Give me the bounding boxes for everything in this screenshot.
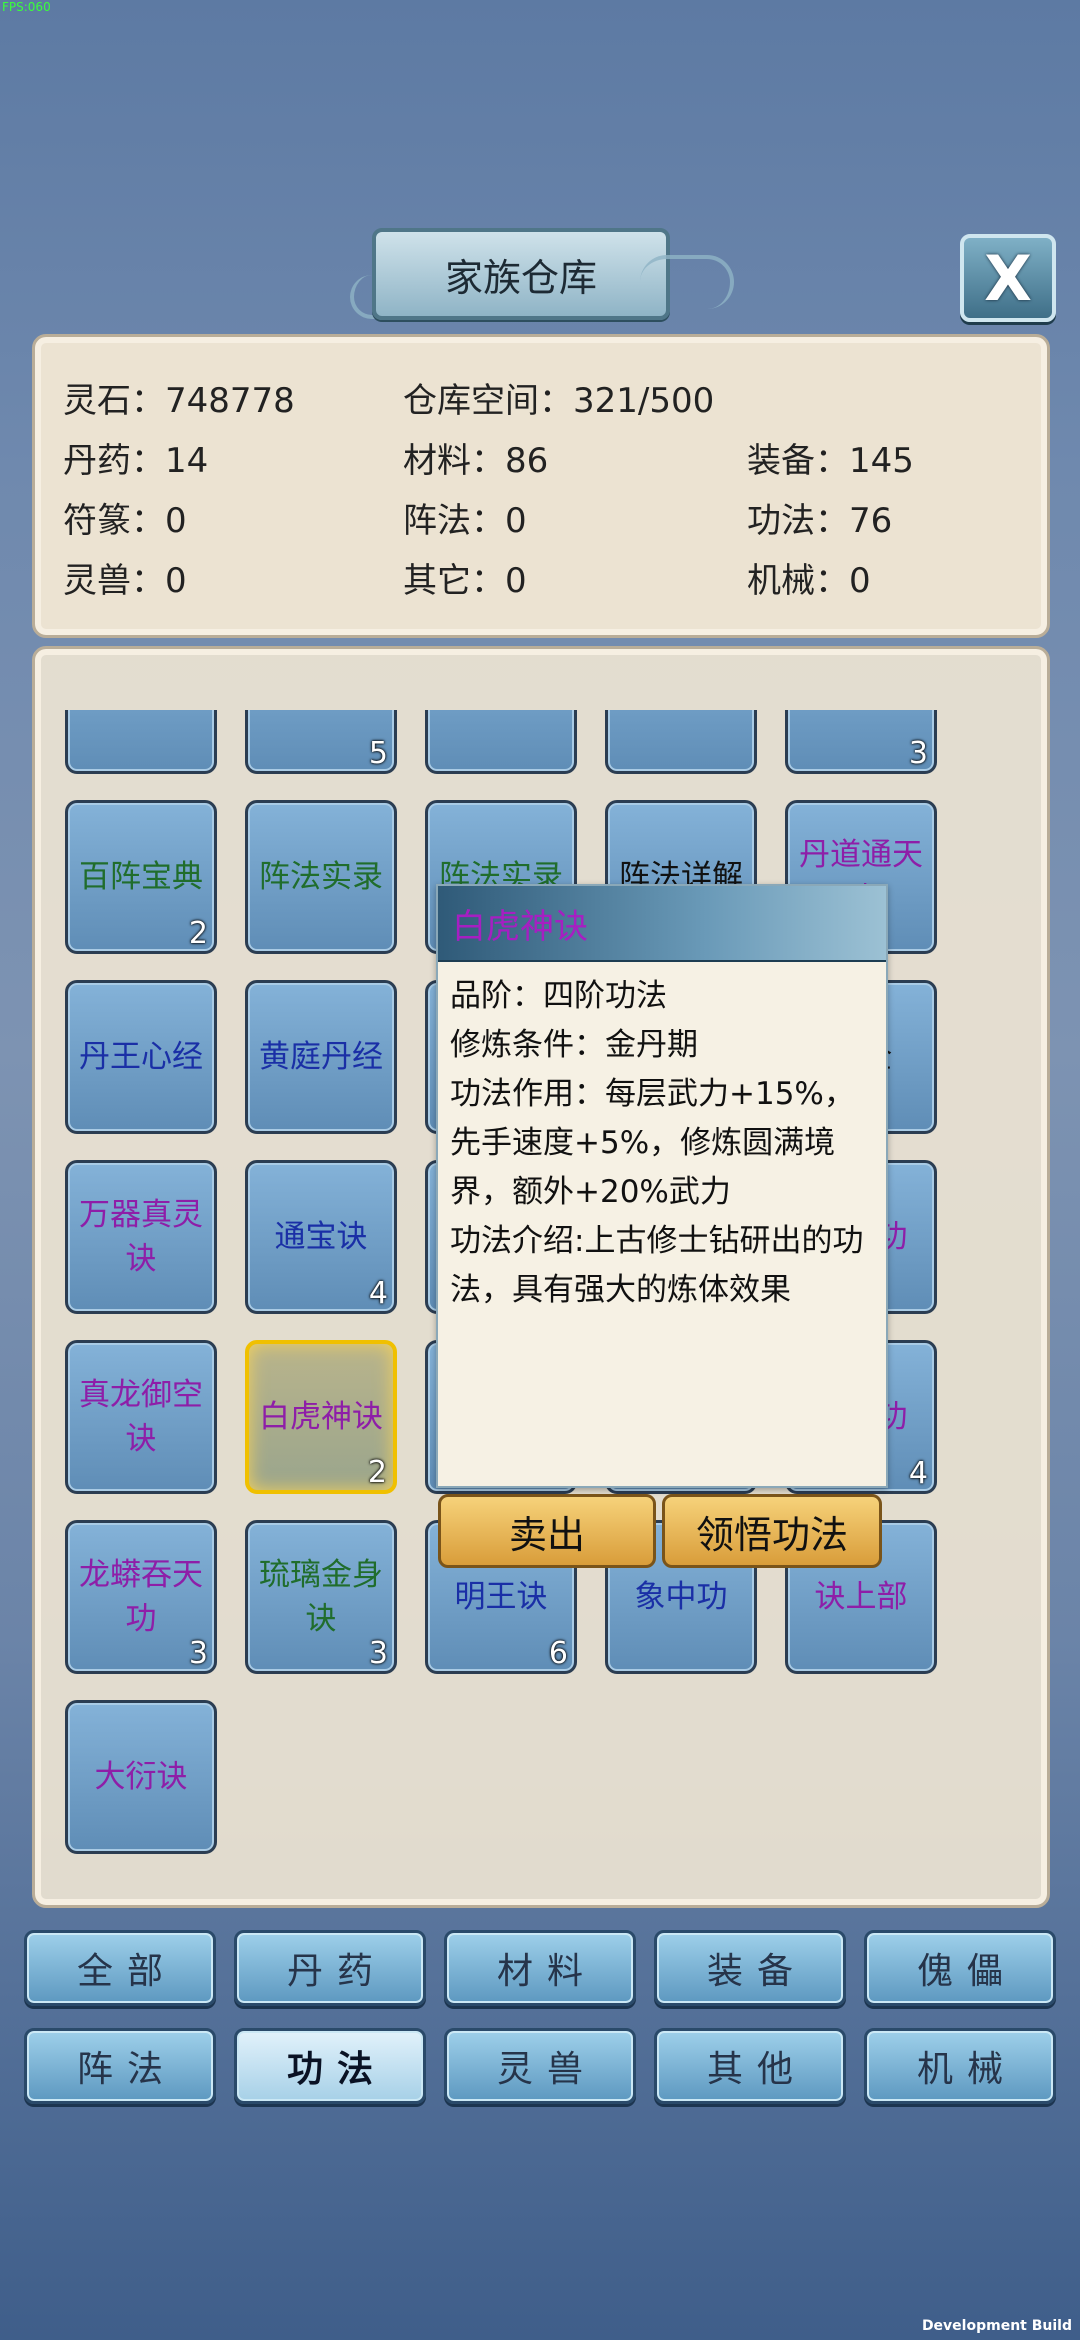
item-name: 百阵宝典: [79, 859, 203, 895]
sell-button[interactable]: 卖出: [438, 1494, 656, 1568]
category-tab[interactable]: 装备: [654, 1930, 846, 2006]
equipment-stat: 装备：145: [747, 441, 914, 481]
item-name: 明王诀: [454, 1579, 548, 1615]
title-cloud-decoration-right: [640, 255, 734, 309]
tooltip-effect: 功法作用：每层武力+15%，先手速度+5%，修炼圆满境界，额外+20%武力: [450, 1076, 855, 1210]
item-name: 大衍诀: [94, 1759, 188, 1795]
talisman-stat: 符篆：0: [63, 501, 187, 541]
pill-stat: 丹药：14: [63, 441, 209, 481]
warehouse-stats-panel: 灵石：748778 仓库空间：321/500 丹药：14 材料：86 装备：14…: [32, 334, 1050, 638]
item-name: 通宝诀: [274, 1219, 368, 1255]
category-tab[interactable]: 其他: [654, 2028, 846, 2104]
item-cell[interactable]: 大衍诀: [65, 1700, 217, 1854]
item-name: 阵法实录: [259, 859, 383, 895]
item-name: 象中功: [634, 1579, 728, 1615]
item-name: 诀上部: [814, 1579, 908, 1615]
item-name: 万器真灵诀: [79, 1197, 203, 1277]
item-cell[interactable]: 5: [245, 710, 397, 774]
category-tab[interactable]: 灵兽: [444, 2028, 636, 2104]
item-count: 4: [368, 1276, 388, 1311]
storage-space-stat: 仓库空间：321/500: [403, 381, 715, 421]
category-tab[interactable]: 功法: [234, 2028, 426, 2104]
item-cell[interactable]: 黄庭丹经: [245, 980, 397, 1134]
development-build-label: Development Build: [921, 2318, 1072, 2334]
item-cell[interactable]: 白虎神诀 2: [245, 1340, 397, 1494]
technique-stat: 功法：76: [747, 501, 893, 541]
material-stat: 材料：86: [403, 441, 549, 481]
item-tooltip: 白虎神诀 品阶：四阶功法 修炼条件：金丹期 功法作用：每层武力+15%，先手速度…: [436, 884, 888, 1488]
item-count: 5: [368, 736, 388, 771]
item-cell[interactable]: 万器真灵诀: [65, 1160, 217, 1314]
item-cell[interactable]: 真龙御空诀: [65, 1340, 217, 1494]
beast-stat: 灵兽：0: [63, 561, 187, 601]
item-name: 诀: [662, 710, 701, 719]
item-name: 黄庭丹经: [259, 1039, 383, 1075]
item-cell[interactable]: 通宝诀 4: [245, 1160, 397, 1314]
item-count: 3: [188, 1636, 208, 1671]
item-cell[interactable]: 龙蟒吞天功 3: [65, 1520, 217, 1674]
item-count: 2: [367, 1455, 387, 1490]
category-tab[interactable]: 阵法: [24, 2028, 216, 2104]
item-cell[interactable]: 琉璃金身诀 3: [245, 1520, 397, 1674]
tooltip-grade: 品阶：四阶功法: [450, 978, 667, 1014]
tooltip-title: 白虎神诀: [452, 906, 588, 947]
item-cell[interactable]: [65, 710, 217, 774]
close-button[interactable]: X: [960, 234, 1056, 322]
item-name: 琉璃金身诀: [259, 1557, 383, 1637]
formation-stat: 阵法：0: [403, 501, 527, 541]
item-cell[interactable]: 丹王心经: [65, 980, 217, 1134]
page-title: 家族仓库: [444, 255, 597, 300]
item-cell[interactable]: 阵法实录: [245, 800, 397, 954]
spirit-stone-stat: 灵石：748778: [63, 381, 295, 421]
item-cell[interactable]: 诀: [605, 710, 757, 774]
category-tab[interactable]: 材料: [444, 1930, 636, 2006]
item-count: 3: [368, 1636, 388, 1671]
item-count: 4: [908, 1456, 928, 1491]
tooltip-requirement: 修炼条件：金丹期: [450, 1027, 698, 1063]
tooltip-header: 白虎神诀: [438, 886, 886, 962]
other-stat: 其它：0: [403, 561, 527, 601]
item-name: 丹王心经: [79, 1039, 203, 1075]
item-cell[interactable]: [425, 710, 577, 774]
item-name: 龙蟒吞天功: [79, 1557, 203, 1637]
item-cell[interactable]: 3: [785, 710, 937, 774]
tooltip-body: 品阶：四阶功法 修炼条件：金丹期 功法作用：每层武力+15%，先手速度+5%，修…: [438, 962, 886, 1325]
item-name: 真龙御空诀: [79, 1377, 203, 1457]
item-count: 3: [908, 736, 928, 771]
tooltip-intro: 功法介绍:上古修士钻研出的功法，具有强大的炼体效果: [450, 1223, 864, 1308]
category-tab[interactable]: 傀儡: [864, 1930, 1056, 2006]
category-tab[interactable]: 机械: [864, 2028, 1056, 2104]
item-count: 6: [548, 1636, 568, 1671]
fps-counter: FPS:060: [2, 0, 51, 14]
machine-stat: 机械：0: [747, 561, 871, 601]
learn-technique-button[interactable]: 领悟功法: [662, 1494, 882, 1568]
item-count: 2: [188, 916, 208, 951]
item-cell[interactable]: 百阵宝典 2: [65, 800, 217, 954]
category-tab[interactable]: 全部: [24, 1930, 216, 2006]
item-name: 白虎神诀: [259, 1399, 383, 1435]
title-plate: 家族仓库: [372, 228, 670, 320]
category-tab[interactable]: 丹药: [234, 1930, 426, 2006]
